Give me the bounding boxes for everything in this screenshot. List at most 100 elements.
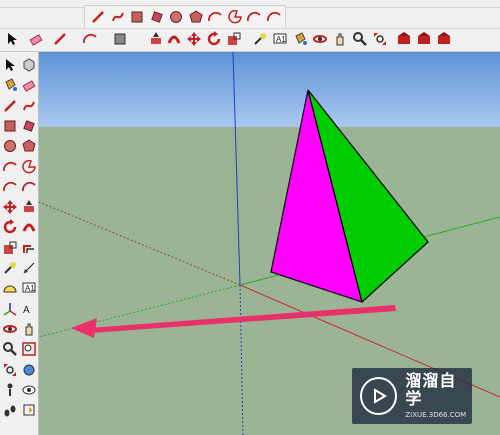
- polygon-tool-button[interactable]: [21, 138, 37, 154]
- pencil-icon: [90, 9, 106, 25]
- rotated-rectangle-tool-button[interactable]: [149, 9, 165, 25]
- orbit-icon: [2, 321, 18, 337]
- arc-icon: [2, 159, 18, 175]
- pie-tool-button[interactable]: [227, 9, 243, 25]
- two-point-arc-tool-button[interactable]: [21, 179, 37, 195]
- pan-tool-button[interactable]: [332, 31, 348, 47]
- follow-me-tool-button[interactable]: [166, 31, 182, 47]
- paint-bucket-icon: [292, 31, 308, 47]
- rectangle-icon: [2, 118, 18, 134]
- select-tool-button[interactable]: [4, 31, 20, 47]
- zoom-extents-tool-button[interactable]: [2, 362, 18, 378]
- layout-tool-button[interactable]: [436, 31, 452, 47]
- look-around-icon: [21, 382, 37, 398]
- line-tool-button[interactable]: [2, 98, 18, 114]
- walk-icon: [2, 402, 18, 418]
- three-point-arc-tool-button[interactable]: [266, 9, 282, 25]
- sky: [39, 52, 500, 127]
- position-camera-tool-button[interactable]: [2, 382, 18, 398]
- axes-tool-button[interactable]: [2, 301, 18, 317]
- zoom-tool-button[interactable]: [352, 31, 368, 47]
- svg-text:A1: A1: [276, 35, 286, 44]
- push-pull-tool-button[interactable]: [21, 199, 37, 215]
- freehand-icon: [110, 9, 126, 25]
- shape-tool-button[interactable]: [112, 31, 128, 47]
- extension-warehouse-tool-button[interactable]: [416, 31, 432, 47]
- zoom-extents-tool-button[interactable]: [372, 31, 388, 47]
- freehand-tool-button[interactable]: [21, 98, 37, 114]
- offset-tool-button[interactable]: [21, 240, 37, 256]
- arc-icon: [82, 31, 98, 47]
- pan-tool-button[interactable]: [21, 321, 37, 337]
- protractor-icon: [2, 280, 18, 296]
- move-tool-button[interactable]: [186, 31, 202, 47]
- rectangle-tool-button[interactable]: [2, 118, 18, 134]
- paint-bucket-tool-button[interactable]: [2, 77, 18, 93]
- walk-tool-button[interactable]: [2, 402, 18, 418]
- orbit-tool-button[interactable]: [312, 31, 328, 47]
- text-tool-button[interactable]: A1: [272, 31, 288, 47]
- look-around-tool-button[interactable]: [21, 382, 37, 398]
- move-icon: [2, 199, 18, 215]
- circle-tool-button[interactable]: [168, 9, 184, 25]
- rotated-rectangle-tool-button[interactable]: [21, 118, 37, 134]
- warehouse-tool-button[interactable]: [396, 31, 412, 47]
- watermark: 溜溜自学 ZIXUE.3D66.COM: [352, 368, 472, 424]
- rotate-tool-button[interactable]: [2, 219, 18, 235]
- follow-me-tool-button[interactable]: [21, 219, 37, 235]
- watermark-url: ZIXUE.3D66.COM: [405, 411, 467, 419]
- rectangle-tool-button[interactable]: [129, 9, 145, 25]
- freehand-icon: [21, 98, 37, 114]
- line-tool-button[interactable]: [52, 31, 68, 47]
- section-plane-tool-button[interactable]: [21, 402, 37, 418]
- tape-measure-tool-button[interactable]: [2, 260, 18, 276]
- polygon-tool-button[interactable]: [188, 9, 204, 25]
- pencil-tool-button[interactable]: [90, 9, 106, 25]
- tape-measure-icon: [252, 31, 268, 47]
- tape-measure-icon: [2, 260, 18, 276]
- warehouse-icon: [396, 31, 412, 47]
- dimension-tool-button[interactable]: [21, 260, 37, 276]
- arc-tool-button[interactable]: [82, 31, 98, 47]
- polygon-icon: [21, 138, 37, 154]
- select-tool-button[interactable]: [2, 57, 18, 73]
- two-point-arc-icon: [21, 179, 37, 195]
- pie-icon: [21, 159, 37, 175]
- two-point-arc-tool-button[interactable]: [246, 9, 262, 25]
- circle-icon: [168, 9, 184, 25]
- scale-tool-button[interactable]: [2, 240, 18, 256]
- eraser-tool-button[interactable]: [21, 77, 37, 93]
- eraser-icon: [28, 31, 44, 47]
- circle-tool-button[interactable]: [2, 138, 18, 154]
- rotate-tool-button[interactable]: [206, 31, 222, 47]
- orbit-tool-button[interactable]: [2, 321, 18, 337]
- push-pull-icon: [148, 31, 164, 47]
- scale-tool-button[interactable]: [226, 31, 242, 47]
- rotate-icon: [2, 219, 18, 235]
- arc-tool-button[interactable]: [207, 9, 223, 25]
- three-point-arc-tool-button[interactable]: [2, 179, 18, 195]
- line-icon: [52, 31, 68, 47]
- zoom-window-tool-button[interactable]: [21, 341, 37, 357]
- make-component-tool-button[interactable]: [21, 57, 37, 73]
- rectangle-icon: [129, 9, 145, 25]
- text-tool-button[interactable]: A1: [21, 280, 37, 296]
- eraser-icon: [21, 77, 37, 93]
- circle-icon: [2, 138, 18, 154]
- eraser-tool-button[interactable]: [28, 31, 44, 47]
- three-point-arc-icon: [266, 9, 282, 25]
- pie-tool-button[interactable]: [21, 159, 37, 175]
- freehand-tool-button[interactable]: [110, 9, 126, 25]
- zoom-icon: [2, 341, 18, 357]
- move-tool-button[interactable]: [2, 199, 18, 215]
- watermark-title: 溜溜自学: [405, 371, 457, 408]
- previous-view-tool-button[interactable]: [21, 362, 37, 378]
- 3d-text-tool-button[interactable]: A: [21, 301, 37, 317]
- rotated-rectangle-icon: [21, 118, 37, 134]
- protractor-tool-button[interactable]: [2, 280, 18, 296]
- tape-measure-tool-button[interactable]: [252, 31, 268, 47]
- paint-bucket-tool-button[interactable]: [292, 31, 308, 47]
- zoom-tool-button[interactable]: [2, 341, 18, 357]
- push-pull-tool-button[interactable]: [148, 31, 164, 47]
- arc-tool-button[interactable]: [2, 159, 18, 175]
